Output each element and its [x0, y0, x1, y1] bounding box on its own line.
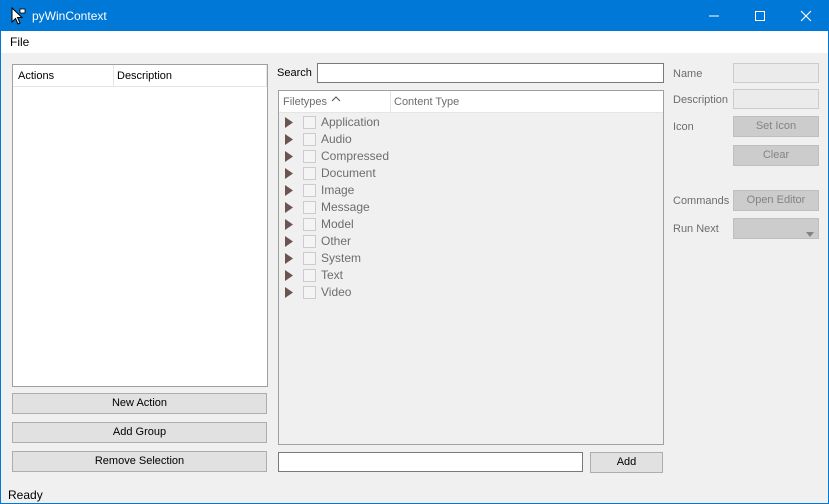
tree-item-label: Text [321, 268, 344, 282]
menu-bar: File [1, 31, 828, 53]
minimize-button[interactable] [691, 1, 737, 31]
actions-list-header: Actions Description [13, 65, 267, 87]
tree-item[interactable]: Application [279, 114, 663, 131]
column-header-description[interactable]: Description [117, 70, 172, 82]
add-filetype-input[interactable] [278, 452, 583, 472]
new-action-button[interactable]: New Action [12, 393, 267, 414]
tree-item-checkbox[interactable] [303, 116, 316, 129]
expand-arrow-icon[interactable] [285, 202, 293, 216]
app-cursor-icon [9, 6, 27, 25]
commands-label: Commands [673, 195, 730, 207]
menu-file[interactable]: File [10, 35, 29, 49]
tree-item-checkbox[interactable] [303, 269, 316, 282]
description-label: Description [673, 94, 729, 106]
close-button[interactable] [783, 1, 829, 31]
status-text: Ready [8, 488, 43, 502]
column-divider[interactable] [390, 91, 391, 113]
run-next-select[interactable] [733, 218, 819, 239]
expand-arrow-icon[interactable] [285, 168, 293, 182]
column-header-filetypes[interactable]: Filetypes [283, 96, 327, 108]
tree-item-label: Document [321, 166, 376, 180]
tree-item[interactable]: Model [279, 216, 663, 233]
remove-selection-button[interactable]: Remove Selection [12, 451, 267, 472]
close-icon [800, 10, 812, 22]
tree-item-label: Compressed [321, 149, 390, 163]
filetype-tree-header: Filetypes Content Type [279, 91, 663, 113]
title-bar[interactable]: pyWinContext [1, 1, 828, 31]
icon-label: Icon [673, 121, 694, 133]
tree-item[interactable]: Audio [279, 131, 663, 148]
name-field[interactable] [733, 63, 819, 83]
tree-item[interactable]: Text [279, 267, 663, 284]
tree-item-checkbox[interactable] [303, 286, 316, 299]
expand-arrow-icon[interactable] [285, 270, 293, 284]
tree-item-label: Audio [321, 132, 352, 146]
expand-arrow-icon[interactable] [285, 219, 293, 233]
expand-arrow-icon[interactable] [285, 287, 293, 301]
tree-item-label: Video [321, 285, 352, 299]
column-divider[interactable] [113, 65, 114, 87]
column-header-actions[interactable]: Actions [18, 70, 54, 82]
expand-arrow-icon[interactable] [285, 253, 293, 267]
tree-item-checkbox[interactable] [303, 184, 316, 197]
tree-item-label: Message [321, 200, 370, 214]
tree-item-checkbox[interactable] [303, 235, 316, 248]
add-button[interactable]: Add [590, 452, 663, 473]
tree-item-label: Image [321, 183, 355, 197]
expand-arrow-icon[interactable] [285, 185, 293, 199]
expand-arrow-icon[interactable] [285, 236, 293, 250]
tree-item[interactable]: Message [279, 199, 663, 216]
window-title: pyWinContext [32, 9, 107, 23]
tree-item-checkbox[interactable] [303, 167, 316, 180]
minimize-icon [709, 15, 719, 17]
tree-item[interactable]: Video [279, 284, 663, 301]
expand-arrow-icon[interactable] [285, 151, 293, 165]
expand-arrow-icon[interactable] [285, 117, 293, 131]
tree-item[interactable]: Other [279, 233, 663, 250]
sort-ascending-icon [331, 91, 341, 105]
tree-item[interactable]: System [279, 250, 663, 267]
tree-item-checkbox[interactable] [303, 252, 316, 265]
expand-arrow-icon[interactable] [285, 134, 293, 148]
tree-item-checkbox[interactable] [303, 150, 316, 163]
description-field[interactable] [733, 89, 819, 109]
maximize-button[interactable] [737, 1, 783, 31]
tree-item[interactable]: Image [279, 182, 663, 199]
search-input[interactable] [317, 63, 664, 83]
set-icon-button[interactable]: Set Icon [733, 116, 819, 137]
tree-item-checkbox[interactable] [303, 218, 316, 231]
open-editor-button[interactable]: Open Editor [733, 190, 819, 211]
tree-item[interactable]: Document [279, 165, 663, 182]
column-header-content-type[interactable]: Content Type [394, 96, 459, 108]
tree-item-checkbox[interactable] [303, 133, 316, 146]
clear-icon-button[interactable]: Clear [733, 145, 819, 166]
name-label: Name [673, 68, 703, 80]
tree-item-label: Model [321, 217, 354, 231]
tree-item-label: Other [321, 234, 352, 248]
run-next-label: Run Next [673, 223, 719, 235]
tree-item[interactable]: Compressed [279, 148, 663, 165]
dropdown-arrow-icon [806, 226, 814, 240]
tree-item-label: Application [321, 115, 380, 129]
tree-item-checkbox[interactable] [303, 201, 316, 214]
add-group-button[interactable]: Add Group [12, 422, 267, 443]
filetype-tree[interactable]: Filetypes Content Type Application Audio C… [278, 90, 664, 445]
search-label: Search [277, 67, 312, 79]
maximize-icon [755, 11, 765, 21]
actions-list[interactable]: Actions Description [12, 64, 268, 387]
main-window: pyWinContext File Actions Description Ne… [0, 0, 829, 504]
column-divider[interactable] [266, 65, 267, 87]
tree-item-label: System [321, 251, 362, 265]
